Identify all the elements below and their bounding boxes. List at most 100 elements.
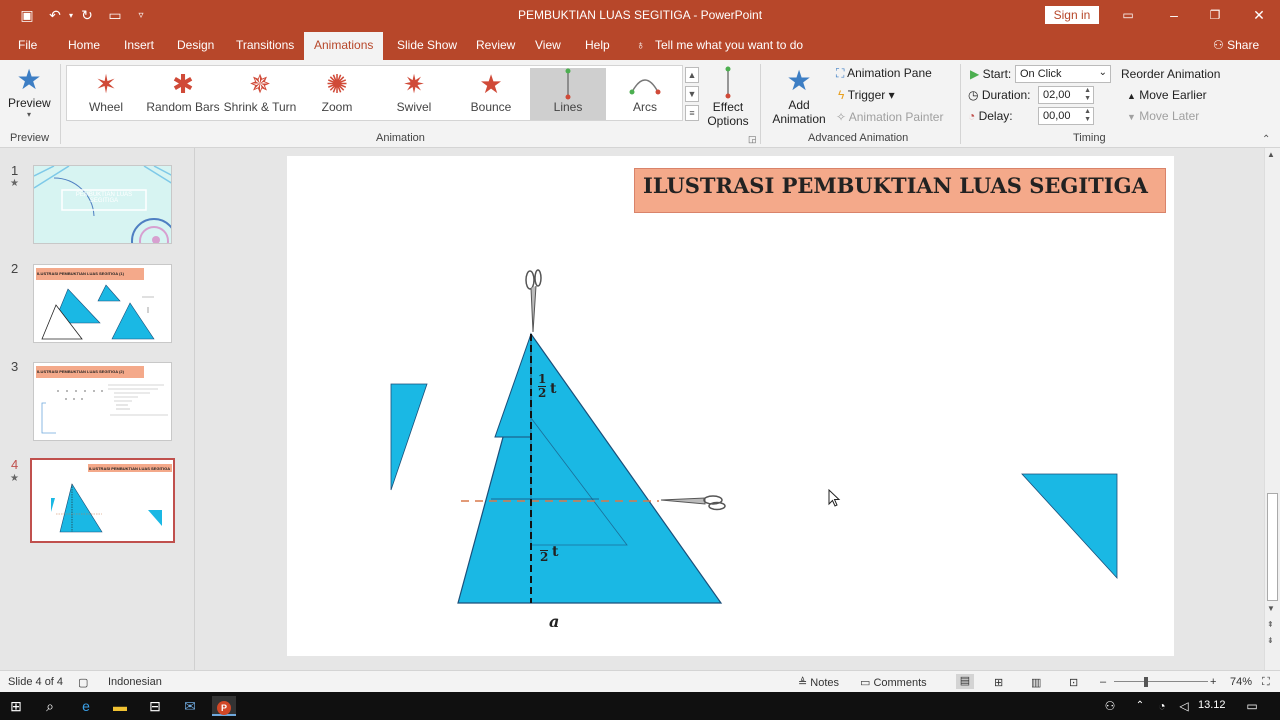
animation-painter-button[interactable]: ✧ Animation Painter bbox=[836, 110, 943, 124]
animation-label: Arcs bbox=[633, 100, 657, 114]
scissors-horizontal-icon[interactable] bbox=[660, 495, 726, 511]
scroll-down-icon[interactable]: ▼ bbox=[1267, 604, 1275, 613]
animation-wheel[interactable]: ✶ Wheel bbox=[68, 68, 144, 120]
system-clock[interactable]: 13.12 bbox=[1198, 699, 1226, 711]
fit-to-window-icon[interactable]: ⛶ bbox=[1262, 676, 1270, 689]
animation-label: Swivel bbox=[396, 100, 432, 114]
vertical-scrollbar[interactable]: ▲ ▼ ⇞ ⇟ bbox=[1264, 148, 1280, 670]
edge-browser-icon[interactable]: e bbox=[74, 696, 98, 716]
title-bar: ▣ ↶ ▾ ↻ ▭ ▿ PEMBUKTIAN LUAS SEGITIGA - P… bbox=[0, 0, 1280, 30]
tab-design[interactable]: Design bbox=[177, 38, 214, 52]
notes-button[interactable]: ≜ Notes bbox=[798, 676, 839, 689]
scroll-up-icon[interactable]: ▲ bbox=[1267, 150, 1275, 159]
move-earlier-button[interactable]: ▲ Move Earlier bbox=[1127, 88, 1207, 102]
slide-1-background-art bbox=[34, 166, 171, 243]
close-button[interactable]: ✕ bbox=[1249, 5, 1269, 25]
trigger-button[interactable]: ϟ Trigger ▾ bbox=[838, 88, 895, 102]
group-preview-label: Preview bbox=[10, 132, 50, 144]
people-icon[interactable]: ⚇ bbox=[1098, 696, 1122, 716]
slide-thumbnail-3[interactable]: ILUSTRASI PEMBUKTIAN LUAS SEGITIGA (2) bbox=[33, 362, 172, 441]
move-later-button[interactable]: ▼ Move Later bbox=[1127, 109, 1199, 123]
animation-pane-button[interactable]: ⛶ Animation Pane bbox=[836, 66, 932, 81]
mail-icon[interactable]: ✉ bbox=[178, 696, 202, 716]
zoom-slider-thumb[interactable] bbox=[1144, 677, 1148, 687]
tab-file[interactable]: File bbox=[18, 38, 37, 52]
animation-swivel[interactable]: ✷ Swivel bbox=[376, 68, 452, 120]
slide-thumbnail-1[interactable]: PEMBUKTIAN LUAS SEGITIGA bbox=[33, 165, 172, 244]
start-select[interactable]: On Click ⌄ bbox=[1015, 65, 1111, 83]
slide-thumbnail-4[interactable]: ILUSTRASI PEMBUKTIAN LUAS SEGITIGA bbox=[30, 458, 175, 543]
tab-slide-show[interactable]: Slide Show bbox=[397, 38, 457, 52]
collapse-ribbon-icon[interactable]: ⌃ bbox=[1262, 134, 1270, 145]
dialog-launcher-icon[interactable]: ◲ bbox=[748, 134, 757, 145]
duration-spinner[interactable]: 02,00 ▲ ▼ bbox=[1038, 86, 1094, 104]
animation-random-bars[interactable]: ✱ Random Bars bbox=[145, 68, 221, 120]
tab-review[interactable]: Review bbox=[476, 38, 515, 52]
sign-in-button[interactable]: Sign in bbox=[1045, 6, 1099, 24]
tab-insert[interactable]: Insert bbox=[124, 38, 154, 52]
search-icon[interactable]: ⌕ bbox=[38, 696, 62, 716]
language-indicator[interactable]: Indonesian bbox=[108, 676, 162, 688]
main-triangle[interactable] bbox=[457, 332, 723, 604]
play-icon: ▶ bbox=[970, 67, 980, 81]
slide-3-sketch bbox=[41, 384, 168, 434]
slide-sorter-icon[interactable]: ⊞ bbox=[994, 676, 1003, 689]
animation-shrink-turn[interactable]: ✵ Shrink & Turn bbox=[222, 68, 298, 120]
gallery-more-icon[interactable]: ≡ bbox=[685, 105, 699, 121]
gallery-scroll-up-icon[interactable]: ▲ bbox=[685, 67, 699, 83]
spell-check-icon[interactable]: ▢ bbox=[78, 676, 88, 689]
gallery-scroll-down-icon[interactable]: ▼ bbox=[685, 86, 699, 102]
delay-spinner[interactable]: 00,00 ▲ ▼ bbox=[1038, 107, 1094, 125]
zoom-out-icon[interactable]: – bbox=[1100, 676, 1106, 688]
scissors-vertical-icon[interactable] bbox=[525, 269, 542, 333]
slide-show-icon[interactable]: ⊡ bbox=[1069, 676, 1078, 689]
zoom-in-icon[interactable]: + bbox=[1210, 676, 1216, 688]
triangle-illustration bbox=[390, 269, 1118, 604]
animation-bounce[interactable]: ★ Bounce bbox=[453, 68, 529, 120]
powerpoint-taskbar-icon[interactable]: P bbox=[212, 696, 236, 716]
minimize-button[interactable]: – bbox=[1164, 5, 1184, 25]
windows-start-icon[interactable]: ⊞ bbox=[4, 696, 28, 716]
tab-transitions[interactable]: Transitions bbox=[236, 38, 294, 52]
tab-view[interactable]: View bbox=[535, 38, 561, 52]
add-animation-button[interactable]: ★ Add Animation bbox=[768, 64, 830, 126]
fraction-denominator: 2 bbox=[538, 386, 547, 400]
animation-arcs[interactable]: Arcs bbox=[607, 68, 683, 120]
preview-button[interactable]: ★ Preview ▾ bbox=[8, 64, 51, 119]
animation-lines[interactable]: Lines bbox=[530, 68, 606, 120]
file-explorer-icon[interactable]: ▬ bbox=[108, 696, 132, 716]
animation-zoom[interactable]: ✺ Zoom bbox=[299, 68, 375, 120]
share-button[interactable]: ⚇ Share bbox=[1213, 38, 1259, 52]
zoom-slider-track[interactable] bbox=[1114, 681, 1208, 682]
restore-button[interactable]: ❐ bbox=[1205, 5, 1225, 25]
preview-label: Preview bbox=[8, 96, 51, 110]
normal-view-icon[interactable]: ▤ bbox=[956, 674, 974, 689]
next-slide-icon[interactable]: ⇟ bbox=[1267, 636, 1274, 645]
right-triangle-piece[interactable] bbox=[1021, 473, 1118, 580]
previous-slide-icon[interactable]: ⇞ bbox=[1267, 620, 1274, 629]
comments-button[interactable]: ▭ Comments bbox=[860, 676, 927, 689]
zoom-level[interactable]: 74% bbox=[1230, 676, 1252, 688]
delay-label-text: Delay: bbox=[978, 109, 1013, 123]
zoom-star-icon: ✺ bbox=[326, 69, 348, 99]
tell-me-search[interactable]: ♁ Tell me what you want to do bbox=[636, 38, 803, 52]
scroll-thumb[interactable] bbox=[1267, 493, 1278, 601]
slide-thumbnails-panel: 1 ★ PEMBUKTIAN LUAS SEGITIGA 2 ILUSTRASI… bbox=[0, 148, 195, 670]
slide-thumbnail-2[interactable]: ILUSTRASI PEMBUKTIAN LUAS SEGITIGA (1) bbox=[33, 264, 172, 343]
volume-icon[interactable]: ◁ bbox=[1172, 696, 1196, 716]
notifications-icon[interactable]: ▭ bbox=[1240, 696, 1264, 716]
top-triangle-piece[interactable] bbox=[494, 333, 532, 438]
painter-icon: ✧ bbox=[836, 110, 847, 124]
slide-1-title: PEMBUKTIAN LUAS SEGITIGA bbox=[75, 192, 133, 204]
ribbon-display-options-icon[interactable]: ▭ bbox=[1118, 5, 1138, 25]
tab-help[interactable]: Help bbox=[585, 38, 610, 52]
tab-home[interactable]: Home bbox=[68, 38, 100, 52]
slide-counter: Slide 4 of 4 bbox=[8, 676, 64, 688]
effect-options-button[interactable]: Effect Options bbox=[702, 66, 754, 128]
chevron-up-icon[interactable]: ⌃ bbox=[1128, 696, 1152, 716]
network-icon[interactable]: ◔ bbox=[1150, 696, 1174, 716]
reading-view-icon[interactable]: ▥ bbox=[1031, 676, 1041, 689]
store-icon[interactable]: ⊟ bbox=[143, 696, 167, 716]
tab-animations[interactable]: Animations bbox=[304, 32, 384, 60]
left-triangle-piece[interactable] bbox=[390, 383, 428, 491]
